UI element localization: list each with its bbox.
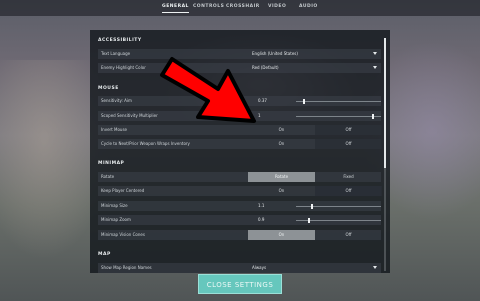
scoped-sensitivity-slider-track[interactable] bbox=[296, 115, 381, 117]
setting-label: Cycle to Next/Prior Weapon Wraps Invento… bbox=[101, 141, 190, 147]
setting-label: Keep Player Centered bbox=[101, 188, 145, 194]
keep-centered-on-toggle[interactable]: On bbox=[248, 186, 315, 196]
red-arrow-annotation-icon bbox=[160, 57, 256, 123]
setting-label: Minimap Size bbox=[101, 203, 128, 209]
close-settings-button[interactable]: CLOSE SETTINGS bbox=[198, 274, 282, 294]
section-title-mouse: MOUSE bbox=[98, 86, 119, 91]
enemy-highlight-dropdown[interactable]: Red (Default) bbox=[248, 63, 381, 73]
setting-label: Rotate bbox=[101, 174, 115, 180]
setting-row-invert-mouse: Invert Mouse On Off bbox=[98, 125, 382, 135]
sensitivity-slider-track[interactable] bbox=[296, 100, 381, 102]
setting-row-vision-cones: Minimap Vision Cones On Off bbox=[98, 230, 381, 240]
setting-label: Sensitivity: Aim bbox=[101, 98, 132, 104]
tab-audio[interactable]: AUDIO bbox=[299, 4, 318, 9]
setting-row-region-names: Show Map Region Names Always bbox=[98, 263, 381, 273]
text-language-dropdown[interactable]: English (United States) bbox=[248, 49, 381, 59]
setting-row-minimap-size: Minimap Size 1.1 bbox=[98, 201, 381, 211]
tab-crosshair[interactable]: CROSSHAIR bbox=[226, 4, 260, 9]
dropdown-value: Always bbox=[252, 265, 267, 271]
minimap-size-value[interactable]: 1.1 bbox=[258, 203, 264, 208]
chevron-down-icon bbox=[373, 66, 377, 69]
minimap-rotate-option[interactable]: Rotate bbox=[248, 172, 315, 182]
keep-centered-off-toggle[interactable]: Off bbox=[315, 186, 382, 196]
setting-row-minimap-zoom: Minimap Zoom 0.9 bbox=[98, 215, 381, 225]
setting-label: Minimap Zoom bbox=[101, 217, 131, 223]
setting-label: Show Map Region Names bbox=[101, 265, 152, 271]
cycle-weapon-on-toggle[interactable]: On bbox=[248, 139, 315, 149]
section-title-minimap: MINIMAP bbox=[98, 161, 125, 166]
scoped-sensitivity-value[interactable]: 1 bbox=[258, 113, 261, 118]
vision-cones-off-toggle[interactable]: Off bbox=[315, 230, 382, 240]
minimap-zoom-value[interactable]: 0.9 bbox=[258, 217, 264, 222]
setting-label: Enemy Highlight Color bbox=[101, 65, 146, 71]
tab-general[interactable]: GENERAL bbox=[162, 4, 189, 13]
setting-label: Text Language bbox=[101, 51, 131, 57]
top-navigation: GENERAL CONTROLS CROSSHAIR VIDEO AUDIO bbox=[0, 0, 480, 16]
region-names-dropdown[interactable]: Always bbox=[248, 263, 381, 273]
minimap-fixed-option[interactable]: Fixed bbox=[315, 172, 382, 182]
invert-mouse-off-toggle[interactable]: Off bbox=[315, 125, 382, 135]
setting-row-cycle-weapon: Cycle to Next/Prior Weapon Wraps Invento… bbox=[98, 139, 382, 149]
sensitivity-value[interactable]: 0.37 bbox=[258, 98, 267, 103]
setting-label: Minimap Vision Cones bbox=[101, 232, 145, 238]
minimap-zoom-slider-thumb[interactable] bbox=[307, 217, 310, 223]
chevron-down-icon bbox=[373, 266, 377, 269]
setting-row-rotate: Rotate Rotate Fixed bbox=[98, 172, 381, 182]
dropdown-value: English (United States) bbox=[252, 51, 298, 57]
tab-video[interactable]: VIDEO bbox=[268, 4, 286, 9]
setting-label: Invert Mouse bbox=[101, 127, 128, 133]
chevron-down-icon bbox=[373, 52, 377, 55]
sensitivity-slider-thumb[interactable] bbox=[302, 98, 305, 104]
cycle-weapon-off-toggle[interactable]: Off bbox=[315, 139, 382, 149]
tab-controls[interactable]: CONTROLS bbox=[193, 4, 224, 9]
minimap-size-slider-track[interactable] bbox=[296, 205, 381, 207]
invert-mouse-on-toggle[interactable]: On bbox=[248, 125, 315, 135]
scoped-sensitivity-slider-thumb[interactable] bbox=[372, 113, 375, 119]
section-title-accessibility: ACCESSIBILITY bbox=[98, 38, 142, 43]
minimap-size-slider-thumb[interactable] bbox=[310, 203, 313, 209]
settings-scrollbar-thumb[interactable] bbox=[384, 38, 386, 168]
vision-cones-on-toggle[interactable]: On bbox=[248, 230, 315, 240]
setting-label: Scoped Sensitivity Multiplier bbox=[101, 113, 158, 119]
setting-row-keep-centered: Keep Player Centered On Off bbox=[98, 186, 382, 196]
section-title-map: MAP bbox=[98, 252, 111, 257]
